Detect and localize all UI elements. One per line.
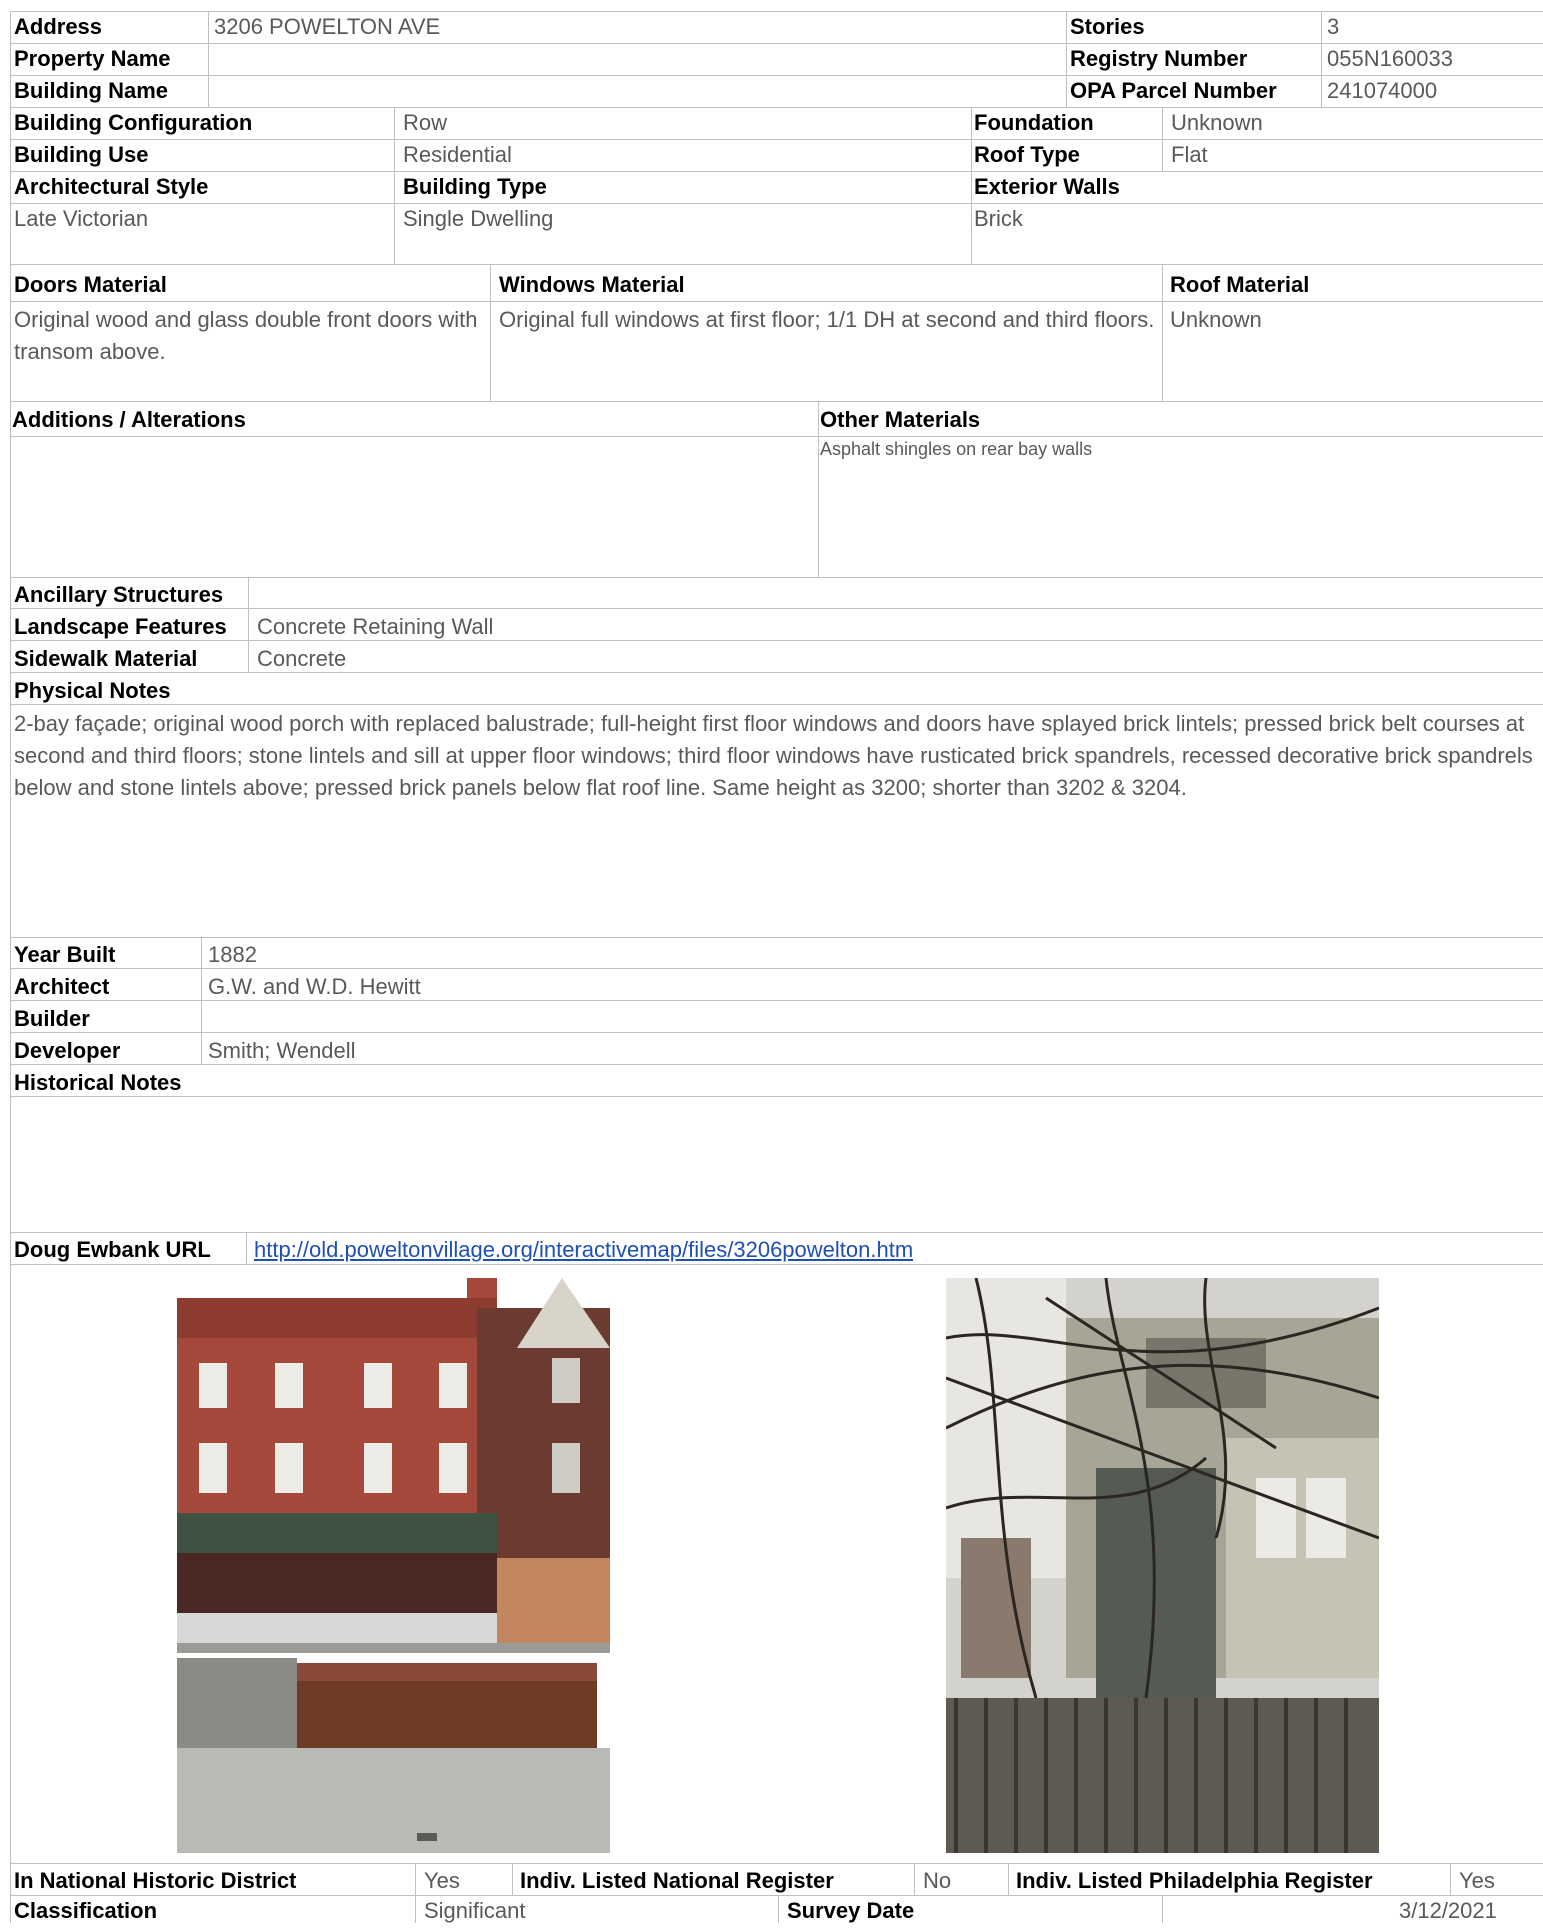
- architectural-style-value: Late Victorian: [14, 206, 149, 231]
- survey-date-value: 3/12/2021: [1399, 1898, 1497, 1923]
- doug-ewbank-link[interactable]: http://old.poweltonvillage.org/interacti…: [254, 1237, 913, 1262]
- front-facade-photo: [177, 1278, 610, 1853]
- building-name-label: Building Name: [14, 78, 169, 103]
- doors-material-value: Original wood and glass double front doo…: [14, 307, 478, 364]
- ancillary-label: Ancillary Structures: [14, 582, 224, 607]
- architectural-style-label: Architectural Style: [14, 174, 209, 199]
- physical-notes-text: 2-bay façade; original wood porch with r…: [14, 711, 1533, 800]
- windows-material-value: Original full windows at first floor; 1/…: [499, 307, 1155, 332]
- foundation-label: Foundation: [974, 110, 1094, 135]
- additions-label: Additions / Alterations: [12, 407, 246, 432]
- national-register-label: Indiv. Listed National Register: [520, 1868, 834, 1893]
- classification-label: Classification: [14, 1898, 158, 1923]
- property-name-label: Property Name: [14, 46, 171, 71]
- building-use-label: Building Use: [14, 142, 149, 167]
- configuration-label: Building Configuration: [14, 110, 253, 135]
- roof-type-value: Flat: [1171, 142, 1208, 167]
- other-materials-value: Asphalt shingles on rear bay walls: [820, 439, 1093, 459]
- developer-label: Developer: [14, 1038, 121, 1063]
- building-use-value: Residential: [403, 142, 512, 167]
- national-district-value: Yes: [424, 1868, 460, 1893]
- survey-date-label: Survey Date: [787, 1898, 915, 1923]
- year-built-value: 1882: [208, 942, 257, 967]
- sidewalk-value: Concrete: [257, 646, 347, 671]
- stories-label: Stories: [1070, 14, 1145, 39]
- roof-material-value: Unknown: [1170, 307, 1262, 332]
- url-label: Doug Ewbank URL: [14, 1237, 211, 1262]
- foundation-value: Unknown: [1171, 110, 1263, 135]
- address-value: 3206 POWELTON AVE: [214, 14, 441, 39]
- opa-parcel-value: 241074000: [1327, 78, 1438, 103]
- registry-number-label: Registry Number: [1070, 46, 1248, 71]
- sidewalk-label: Sidewalk Material: [14, 646, 198, 671]
- configuration-value: Row: [403, 110, 448, 135]
- architect-label: Architect: [14, 974, 110, 999]
- address-label: Address: [14, 14, 103, 39]
- developer-value: Smith; Wendell: [208, 1038, 356, 1063]
- other-materials-label: Other Materials: [820, 407, 981, 432]
- exterior-walls-value: Brick: [974, 206, 1023, 231]
- national-register-value: No: [923, 1868, 952, 1893]
- building-type-value: Single Dwelling: [403, 206, 554, 231]
- roof-material-label: Roof Material: [1170, 272, 1310, 297]
- classification-value: Significant: [424, 1898, 526, 1923]
- landscape-value: Concrete Retaining Wall: [257, 614, 494, 639]
- opa-parcel-label: OPA Parcel Number: [1070, 78, 1277, 103]
- landscape-label: Landscape Features: [14, 614, 227, 639]
- exterior-walls-label: Exterior Walls: [974, 174, 1120, 199]
- roof-type-label: Roof Type: [974, 142, 1080, 167]
- stories-value: 3: [1327, 14, 1340, 39]
- doors-material-label: Doors Material: [14, 272, 167, 297]
- architect-value: G.W. and W.D. Hewitt: [208, 974, 421, 999]
- builder-label: Builder: [14, 1006, 90, 1031]
- windows-material-label: Windows Material: [499, 272, 685, 297]
- physical-notes-label: Physical Notes: [14, 678, 171, 703]
- year-built-label: Year Built: [14, 942, 116, 967]
- rear-view-photo: [946, 1278, 1379, 1853]
- philadelphia-register-value: Yes: [1459, 1868, 1495, 1893]
- philadelphia-register-label: Indiv. Listed Philadelphia Register: [1016, 1868, 1373, 1893]
- historical-notes-label: Historical Notes: [14, 1070, 182, 1095]
- registry-number-value: 055N160033: [1327, 46, 1454, 71]
- building-type-label: Building Type: [403, 174, 547, 199]
- national-district-label: In National Historic District: [14, 1868, 297, 1893]
